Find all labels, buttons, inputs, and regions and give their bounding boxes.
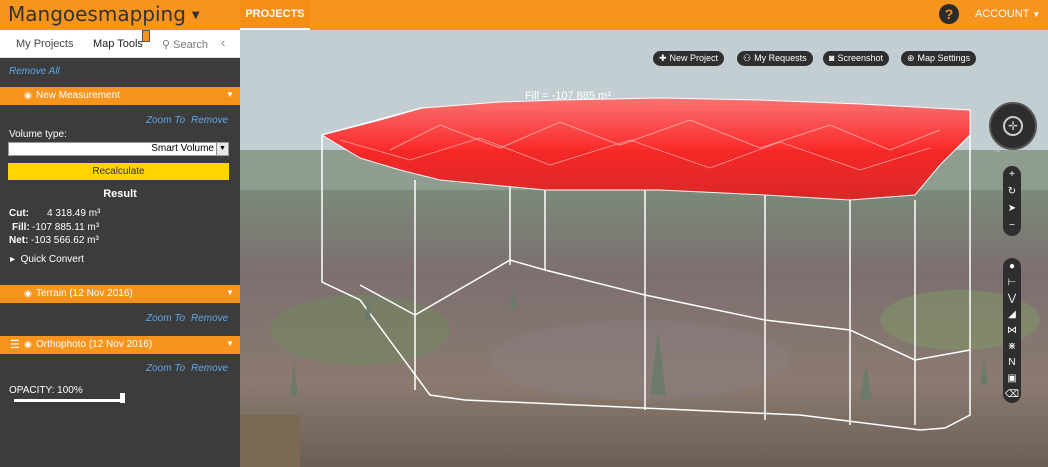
quick-convert-label: Quick Convert <box>20 254 84 265</box>
new-project-label: New Project <box>669 53 719 63</box>
share-icon: ⚇ <box>743 53 752 63</box>
measure-toolbar: ● ⊢ ⋁ ◢ ⋈ ⋇ Ν ▣ ⌫ <box>1003 258 1021 403</box>
terrain-zoom-to-link[interactable]: Zoom To <box>146 313 185 324</box>
fill-value: -107 885.11 m³ <box>32 222 100 233</box>
recalculate-button[interactable]: Recalculate <box>8 163 229 180</box>
pointer-icon[interactable]: ➤ <box>1003 200 1021 217</box>
vegetation-patch <box>490 320 790 400</box>
drag-handle-icon[interactable]: ☰ <box>10 338 20 351</box>
cut-value: 4 318.49 m³ <box>47 208 101 219</box>
eye-icon[interactable]: ◉ <box>24 90 32 101</box>
cliff-edge <box>240 415 300 467</box>
globe-icon: ⊕ <box>907 53 915 63</box>
eraser-icon[interactable]: ⌫ <box>1003 386 1021 402</box>
nav-projects[interactable]: PROJECTS <box>240 0 310 30</box>
navigation-toolbar: + ↻ ➤ − <box>1003 166 1021 236</box>
volume-icon[interactable]: ⋇ <box>1003 338 1021 354</box>
measurement-section-header[interactable]: ◉ New Measurement ▼ <box>0 87 240 105</box>
chevron-down-icon: ▼ <box>191 10 200 21</box>
map-viewport[interactable]: Fill = -107 885 m³ ✚ New Project ⚇ My Requ… <box>240 30 1048 467</box>
sidebar-tabs: My Projects Map Tools ⚲ Search ‹ <box>0 30 240 58</box>
top-bar: Mangoesmapping ▼ PROJECTS ? ACCOUNT ▼ <box>0 0 1048 30</box>
tab-search-label: Search <box>173 39 208 51</box>
zoom-in-icon[interactable]: + <box>1003 166 1021 183</box>
slope-icon[interactable]: ◢ <box>1003 306 1021 322</box>
chevron-down-icon[interactable]: ▼ <box>226 288 234 297</box>
chevron-down-icon[interactable]: ▼ <box>226 339 234 348</box>
net-value: -103 566.62 m³ <box>31 235 99 246</box>
crosshair-icon[interactable]: ✛ <box>1003 116 1023 136</box>
terrain-section-header[interactable]: ◉ Terrain (12 Nov 2016) ▼ <box>0 285 240 303</box>
tab-search[interactable]: ⚲ Search <box>162 38 208 51</box>
eye-icon[interactable]: ◉ <box>24 288 32 299</box>
app-title: Mangoesmapping <box>8 2 186 26</box>
camera-icon: ◙ <box>829 53 835 63</box>
orthophoto-title: Orthophoto (12 Nov 2016) <box>36 339 153 350</box>
chevron-down-icon[interactable]: ▼ <box>226 90 234 99</box>
fill-volume-label: Fill = -107 885 m³ <box>525 90 611 102</box>
chevron-down-icon: ▼ <box>216 143 228 155</box>
compass-north-label: N <box>994 145 1000 154</box>
cross-section-icon[interactable]: Ν <box>1003 354 1021 370</box>
terrain-scene <box>240 30 1048 467</box>
screenshot-button[interactable]: ◙ Screenshot <box>823 51 889 66</box>
collapse-sidebar-icon[interactable]: ‹ <box>221 35 225 50</box>
quick-convert-toggle[interactable]: ▸ Quick Convert <box>10 254 84 265</box>
map-settings-label: Map Settings <box>917 53 971 63</box>
chevron-down-icon: ▼ <box>1032 10 1041 19</box>
area-icon[interactable]: ⋈ <box>1003 322 1021 338</box>
net-label: Net: <box>9 235 29 246</box>
volume-type-label: Volume type: <box>9 129 67 140</box>
tab-my-projects[interactable]: My Projects <box>16 38 73 50</box>
height-profile-icon[interactable]: ⋁ <box>1003 290 1021 306</box>
caret-right-icon: ▸ <box>10 254 16 265</box>
help-icon[interactable]: ? <box>939 4 959 24</box>
opacity-label: OPACITY: 100% <box>9 385 83 396</box>
opacity-slider-track[interactable] <box>14 399 124 402</box>
active-tab-marker <box>142 30 150 42</box>
volume-type-value: Smart Volume <box>151 143 214 154</box>
reset-view-icon[interactable]: ↻ <box>1003 183 1021 200</box>
distance-icon[interactable]: ⊢ <box>1003 274 1021 290</box>
sidebar: My Projects Map Tools ⚲ Search ‹ Remove … <box>0 30 240 467</box>
screenshot-label: Screenshot <box>837 53 883 63</box>
map-settings-button[interactable]: ⊕ Map Settings <box>901 51 977 66</box>
eye-icon[interactable]: ◉ <box>24 339 32 350</box>
vegetation-patch <box>270 295 450 365</box>
measurement-remove-link[interactable]: Remove <box>191 115 228 126</box>
orthophoto-zoom-to-link[interactable]: Zoom To <box>146 363 185 374</box>
cut-label: Cut: <box>9 208 29 219</box>
plus-icon: ✚ <box>659 53 667 63</box>
fill-label: Fill: <box>12 222 30 233</box>
new-project-button[interactable]: ✚ New Project <box>653 51 725 66</box>
terrain-title: Terrain (12 Nov 2016) <box>36 288 133 299</box>
result-title: Result <box>103 188 137 200</box>
remove-all-link[interactable]: Remove All <box>9 66 60 77</box>
tab-map-tools[interactable]: Map Tools <box>93 38 143 50</box>
my-requests-button[interactable]: ⚇ My Requests <box>737 51 813 66</box>
orthophoto-section-header[interactable]: ☰ ◉ Orthophoto (12 Nov 2016) ▼ <box>0 336 240 354</box>
zoom-out-icon[interactable]: − <box>1003 217 1021 234</box>
search-icon: ⚲ <box>162 39 171 51</box>
compass-widget[interactable]: ✛ <box>989 102 1037 150</box>
measurement-zoom-to-link[interactable]: Zoom To <box>146 115 185 126</box>
terrain-remove-link[interactable]: Remove <box>191 313 228 324</box>
location-pin-icon[interactable]: ● <box>1003 258 1021 274</box>
account-menu[interactable]: ACCOUNT ▼ <box>975 8 1040 20</box>
volume-type-select[interactable]: Smart Volume ▼ <box>8 142 229 156</box>
measurement-title: New Measurement <box>36 90 120 101</box>
save-icon[interactable]: ▣ <box>1003 370 1021 386</box>
orthophoto-remove-link[interactable]: Remove <box>191 363 228 374</box>
app-brand-menu[interactable]: Mangoesmapping ▼ <box>8 2 200 26</box>
account-label: ACCOUNT <box>975 8 1030 20</box>
opacity-slider-thumb[interactable] <box>120 393 125 403</box>
my-requests-label: My Requests <box>754 53 807 63</box>
